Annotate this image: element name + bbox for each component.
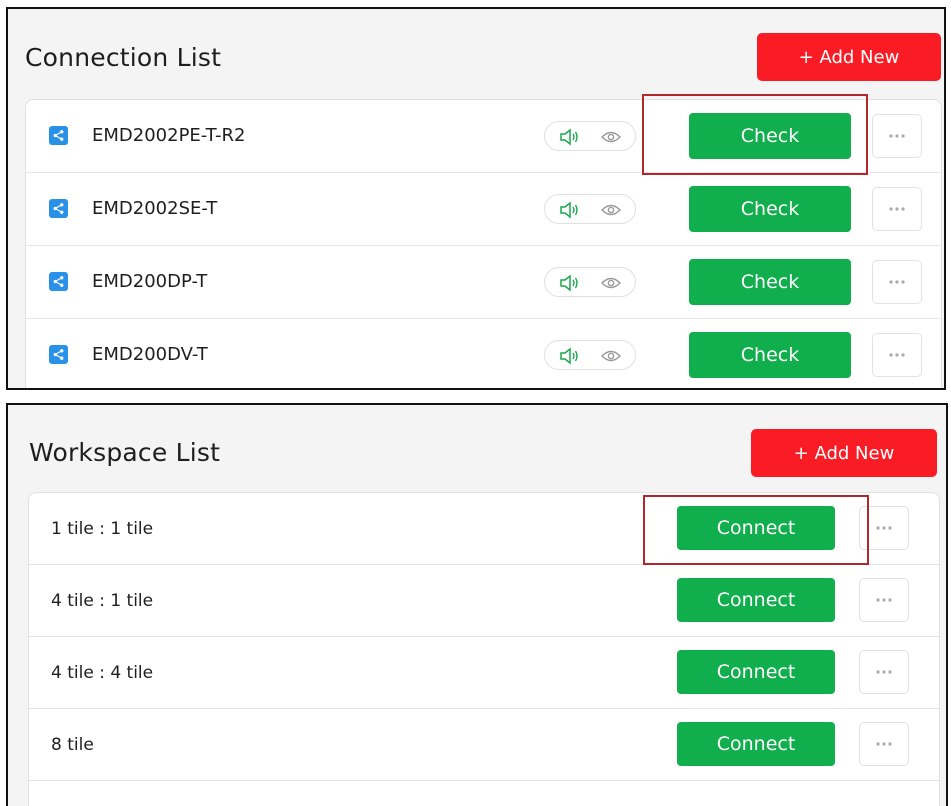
- speaker-icon: [560, 128, 578, 146]
- speaker-icon: [560, 347, 578, 365]
- connection-name: EMD200DV-T: [92, 344, 208, 365]
- check-button[interactable]: Check: [689, 332, 851, 378]
- connection-list-title: Connection List: [25, 43, 222, 72]
- more-icon: [889, 134, 905, 138]
- check-button[interactable]: Check: [689, 113, 851, 159]
- more-icon: [889, 207, 905, 211]
- eye-icon: [601, 277, 621, 289]
- eye-icon: [601, 350, 621, 362]
- speaker-icon: [560, 274, 578, 292]
- connect-button[interactable]: Connect: [677, 650, 835, 694]
- workspace-row: 4 tile : 4 tile Connect: [29, 637, 939, 709]
- more-options-button[interactable]: [872, 114, 922, 158]
- add-connection-button[interactable]: + Add New: [757, 33, 941, 81]
- connection-row: EMD200DP-T Check: [26, 246, 941, 319]
- connection-status: [544, 267, 636, 297]
- workspace-row: 8 tile Connect: [29, 709, 939, 781]
- more-options-button[interactable]: [872, 260, 922, 304]
- connect-button[interactable]: Connect: [677, 506, 835, 550]
- more-options-button[interactable]: [872, 333, 922, 377]
- check-button[interactable]: Check: [689, 186, 851, 232]
- more-icon: [876, 670, 892, 674]
- connection-row: EMD2002PE-T-R2 Check: [26, 100, 941, 173]
- workspace-row: 4 tile : 1 tile Connect: [29, 565, 939, 637]
- workspace-name: 8 tile: [51, 735, 94, 755]
- workspace-list-title: Workspace List: [29, 438, 221, 467]
- add-workspace-button[interactable]: + Add New: [751, 429, 937, 477]
- workspace-name: 1 tile : 1 tile: [51, 519, 154, 539]
- workspace-name: 4 tile : 4 tile: [51, 663, 154, 683]
- more-icon: [876, 526, 892, 530]
- connection-status: [544, 340, 636, 370]
- more-options-button[interactable]: [859, 650, 909, 694]
- connection-row: EMD200DV-T Check: [26, 319, 941, 388]
- connect-button[interactable]: Connect: [677, 578, 835, 622]
- more-options-button[interactable]: [859, 722, 909, 766]
- eye-icon: [601, 131, 621, 143]
- more-icon: [876, 742, 892, 746]
- workspace-row: 1 tile : 1 tile Connect: [29, 493, 939, 565]
- more-icon: [876, 598, 892, 602]
- workspace-name: 4 tile : 1 tile: [51, 591, 154, 611]
- share-icon: [49, 272, 68, 291]
- connection-list-panel: Connection List + Add New EMD2002PE-T-R2…: [6, 7, 946, 390]
- more-icon: [889, 353, 905, 357]
- connection-list: EMD2002PE-T-R2 Check EMD2002SE-T Check E…: [25, 99, 942, 388]
- workspace-list-panel: Workspace List + Add New 1 tile : 1 tile…: [6, 403, 948, 806]
- speaker-icon: [560, 201, 578, 219]
- share-icon: [49, 126, 68, 145]
- connection-name: EMD200DP-T: [92, 271, 208, 292]
- more-icon: [889, 280, 905, 284]
- connect-button[interactable]: Connect: [677, 722, 835, 766]
- connection-status: [544, 121, 636, 151]
- share-icon: [49, 345, 68, 364]
- more-options-button[interactable]: [859, 578, 909, 622]
- connection-status: [544, 194, 636, 224]
- connection-row: EMD2002SE-T Check: [26, 173, 941, 246]
- more-options-button[interactable]: [872, 187, 922, 231]
- more-options-button[interactable]: [859, 506, 909, 550]
- eye-icon: [601, 204, 621, 216]
- share-icon: [49, 199, 68, 218]
- check-button[interactable]: Check: [689, 259, 851, 305]
- workspace-list: 1 tile : 1 tile Connect 4 tile : 1 tile …: [28, 492, 940, 806]
- connection-name: EMD2002PE-T-R2: [92, 125, 246, 146]
- connection-name: EMD2002SE-T: [92, 198, 218, 219]
